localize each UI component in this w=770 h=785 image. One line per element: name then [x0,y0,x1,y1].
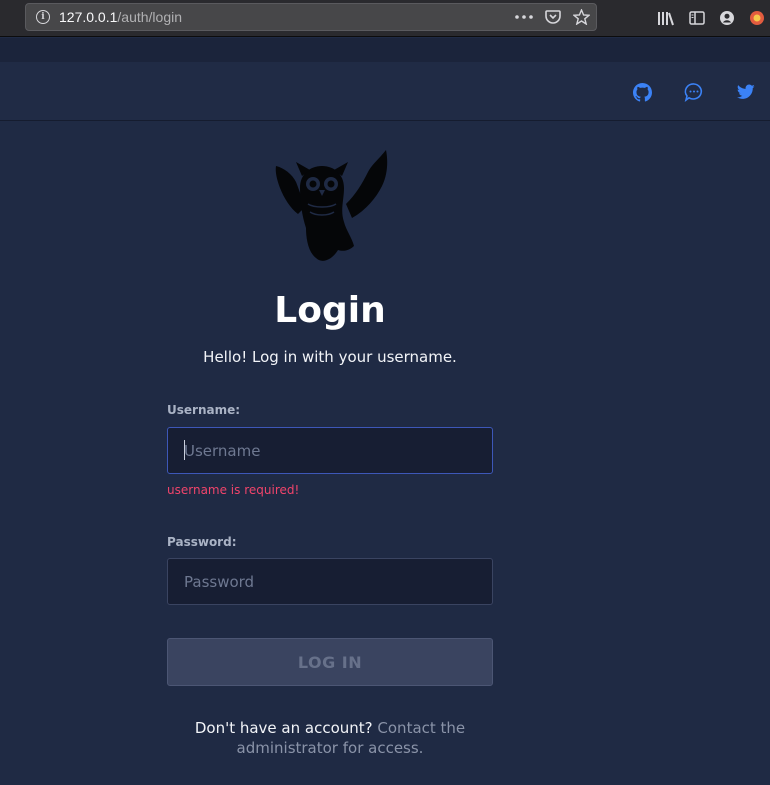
username-label: Username: [167,403,241,417]
password-input[interactable] [167,558,493,605]
username-error: username is required! [167,483,300,497]
extension-icon[interactable] [749,10,765,26]
github-icon[interactable] [632,82,652,102]
owl-logo-icon [272,148,390,264]
twitter-icon[interactable] [736,82,756,102]
browser-toolbar: i 127.0.0.1/auth/login [0,0,770,37]
url-text[interactable]: 127.0.0.1/auth/login [59,9,182,25]
library-icon[interactable] [657,10,675,26]
address-bar[interactable]: i 127.0.0.1/auth/login [25,3,597,31]
account-icon[interactable] [719,10,735,26]
more-icon[interactable] [515,15,533,19]
page-subtitle: Hello! Log in with your username. [203,348,457,366]
bookmark-star-icon[interactable] [573,9,590,25]
login-button[interactable]: LOG IN [167,638,493,686]
url-host: 127.0.0.1 [59,9,118,25]
chat-icon[interactable] [684,82,704,102]
app-top-strip [0,38,770,62]
info-icon[interactable]: i [36,10,50,24]
signup-hint: Don't have an account? Contact the admin… [167,718,493,758]
url-path: /auth/login [117,9,182,25]
password-label: Password: [167,535,237,549]
sidebar-icon[interactable] [689,11,705,25]
username-input[interactable] [167,427,493,474]
app-header [0,62,770,121]
page-title: Login [274,290,386,331]
pocket-icon[interactable] [545,9,561,25]
text-caret [184,440,185,460]
signup-hint-text: Don't have an account? [194,719,373,737]
